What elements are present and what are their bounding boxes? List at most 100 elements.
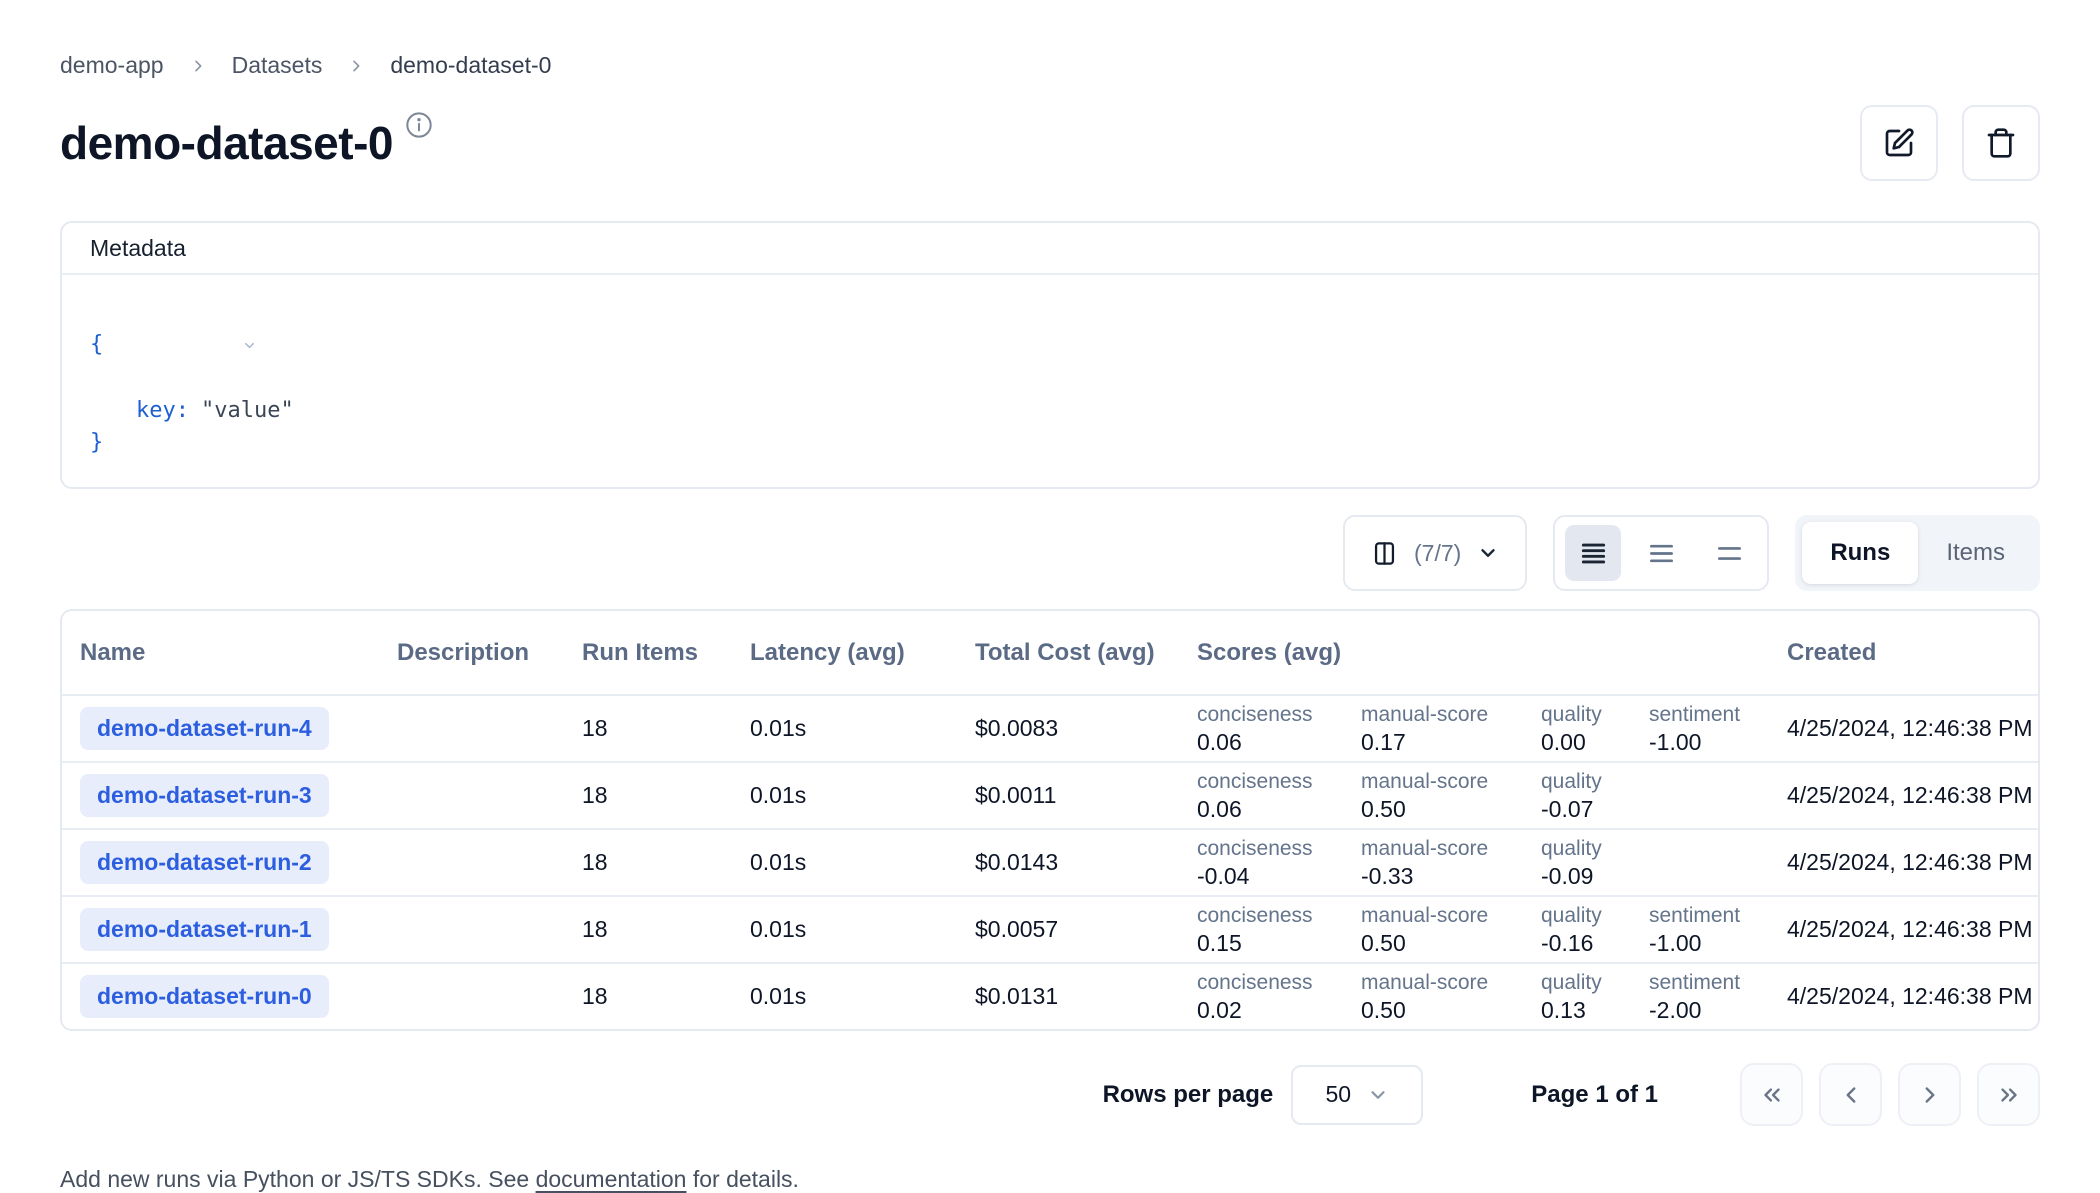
cell-latency: 0.01s	[732, 983, 957, 1010]
chevron-left-icon	[1838, 1082, 1864, 1108]
view-tabs: Runs Items	[1795, 515, 2040, 591]
cell-latency: 0.01s	[732, 715, 957, 742]
cell-scores: conciseness0.02manual-score0.50quality0.…	[1179, 970, 1769, 1024]
score-item: sentiment-1.00	[1649, 903, 1740, 957]
table-row: demo-dataset-run-1 18 0.01s $0.0057 conc…	[62, 895, 2038, 962]
column-count-label: (7/7)	[1414, 540, 1461, 567]
cell-name: demo-dataset-run-0	[62, 975, 379, 1018]
breadcrumb-item-project[interactable]: demo-app	[60, 52, 164, 79]
score-label: manual-score	[1361, 769, 1517, 795]
cell-name: demo-dataset-run-3	[62, 774, 379, 817]
row-height-large-button[interactable]	[1701, 525, 1757, 581]
score-value: 0.02	[1197, 996, 1337, 1024]
cell-name: demo-dataset-run-2	[62, 841, 379, 884]
metadata-json-viewer: { key: "value" }	[62, 275, 2038, 487]
score-label: manual-score	[1361, 702, 1517, 728]
score-item: manual-score0.50	[1361, 970, 1517, 1024]
sdk-hint-prefix: Add new runs via Python or JS/TS SDKs. S…	[60, 1166, 536, 1192]
previous-page-button[interactable]	[1819, 1063, 1882, 1126]
page-title: demo-dataset-0	[60, 105, 393, 181]
score-item: quality-0.09	[1541, 836, 1625, 890]
score-value: 0.06	[1197, 795, 1337, 823]
rows-per-page-select[interactable]: 50	[1291, 1065, 1423, 1125]
json-open-brace: {	[90, 329, 103, 361]
score-value: -1.00	[1649, 929, 1740, 957]
chevrons-left-icon	[1759, 1082, 1785, 1108]
page-status: Page 1 of 1	[1531, 1081, 1658, 1109]
table-row: demo-dataset-run-4 18 0.01s $0.0083 conc…	[62, 694, 2038, 761]
table-body: demo-dataset-run-4 18 0.01s $0.0083 conc…	[62, 694, 2038, 1029]
metadata-panel: Metadata { key: "value" }	[60, 221, 2040, 489]
score-value: -1.00	[1649, 728, 1740, 756]
rows-per-page-value: 50	[1325, 1081, 1351, 1108]
score-item: manual-score0.50	[1361, 903, 1517, 957]
dataset-detail-page: demo-app Datasets demo-dataset-0 demo-da…	[0, 0, 2100, 1164]
cell-created: 4/25/2024, 12:46:38 PM	[1769, 849, 2038, 876]
rows-dense-icon	[1580, 540, 1607, 567]
score-label: manual-score	[1361, 970, 1517, 996]
run-name-badge[interactable]: demo-dataset-run-1	[80, 908, 329, 951]
tab-items[interactable]: Items	[1918, 522, 2033, 584]
run-name-badge[interactable]: demo-dataset-run-3	[80, 774, 329, 817]
score-label: quality	[1541, 702, 1625, 728]
score-item: sentiment-2.00	[1649, 970, 1740, 1024]
score-label: conciseness	[1197, 769, 1337, 795]
score-item: quality0.13	[1541, 970, 1625, 1024]
score-item: conciseness0.15	[1197, 903, 1337, 957]
rows-sparse-icon	[1716, 540, 1743, 567]
score-item: sentiment-1.00	[1649, 702, 1740, 756]
cell-run-items: 18	[564, 983, 732, 1010]
last-page-button[interactable]	[1977, 1063, 2040, 1126]
cell-run-items: 18	[564, 715, 732, 742]
column-header-total-cost: Total Cost (avg)	[957, 639, 1179, 667]
score-value: 0.50	[1361, 996, 1517, 1024]
trash-icon	[1985, 127, 2017, 159]
runs-table: Name Description Run Items Latency (avg)…	[60, 609, 2040, 1031]
column-header-created: Created	[1769, 639, 2038, 667]
run-name-badge[interactable]: demo-dataset-run-0	[80, 975, 329, 1018]
first-page-button[interactable]	[1740, 1063, 1803, 1126]
cell-scores: conciseness0.06manual-score0.17quality0.…	[1179, 702, 1769, 756]
column-header-run-items: Run Items	[564, 639, 732, 667]
cell-name: demo-dataset-run-1	[62, 908, 379, 951]
score-item: manual-score0.17	[1361, 702, 1517, 756]
edit-dataset-button[interactable]	[1860, 105, 1938, 181]
json-key: key:	[136, 395, 189, 427]
row-height-small-button[interactable]	[1565, 525, 1621, 581]
json-close-brace: }	[90, 427, 103, 459]
table-row: demo-dataset-run-3 18 0.01s $0.0011 conc…	[62, 761, 2038, 828]
score-value: 0.50	[1361, 929, 1517, 957]
documentation-link[interactable]: documentation	[536, 1166, 687, 1192]
row-height-medium-button[interactable]	[1633, 525, 1689, 581]
cell-latency: 0.01s	[732, 849, 957, 876]
run-name-badge[interactable]: demo-dataset-run-2	[80, 841, 329, 884]
score-label: quality	[1541, 836, 1625, 862]
score-item: conciseness-0.04	[1197, 836, 1337, 890]
column-visibility-selector[interactable]: (7/7)	[1343, 515, 1527, 591]
cell-name: demo-dataset-run-4	[62, 707, 379, 750]
score-item: manual-score0.50	[1361, 769, 1517, 823]
sdk-hint-text: Add new runs via Python or JS/TS SDKs. S…	[60, 1166, 2040, 1193]
pagination-bar: Rows per page 50 Page 1 of 1	[60, 1063, 2040, 1126]
info-icon[interactable]	[405, 111, 433, 144]
next-page-button[interactable]	[1898, 1063, 1961, 1126]
chevron-right-icon	[348, 58, 364, 74]
score-label: quality	[1541, 970, 1625, 996]
breadcrumb-item-datasets[interactable]: Datasets	[232, 52, 323, 79]
column-header-name: Name	[62, 639, 379, 667]
breadcrumb-item-current-dataset: demo-dataset-0	[390, 52, 551, 79]
title-actions	[1860, 105, 2040, 181]
row-height-toggle-group	[1553, 515, 1769, 591]
json-collapse-chevron-icon[interactable]	[109, 299, 256, 395]
delete-dataset-button[interactable]	[1962, 105, 2040, 181]
score-label: manual-score	[1361, 836, 1517, 862]
tab-runs[interactable]: Runs	[1802, 522, 1918, 584]
run-name-badge[interactable]: demo-dataset-run-4	[80, 707, 329, 750]
cell-scores: conciseness0.15manual-score0.50quality-0…	[1179, 903, 1769, 957]
column-header-description: Description	[379, 639, 564, 667]
breadcrumb: demo-app Datasets demo-dataset-0	[60, 52, 2040, 79]
score-item: conciseness0.02	[1197, 970, 1337, 1024]
column-header-latency: Latency (avg)	[732, 639, 957, 667]
score-item: conciseness0.06	[1197, 769, 1337, 823]
cell-latency: 0.01s	[732, 782, 957, 809]
